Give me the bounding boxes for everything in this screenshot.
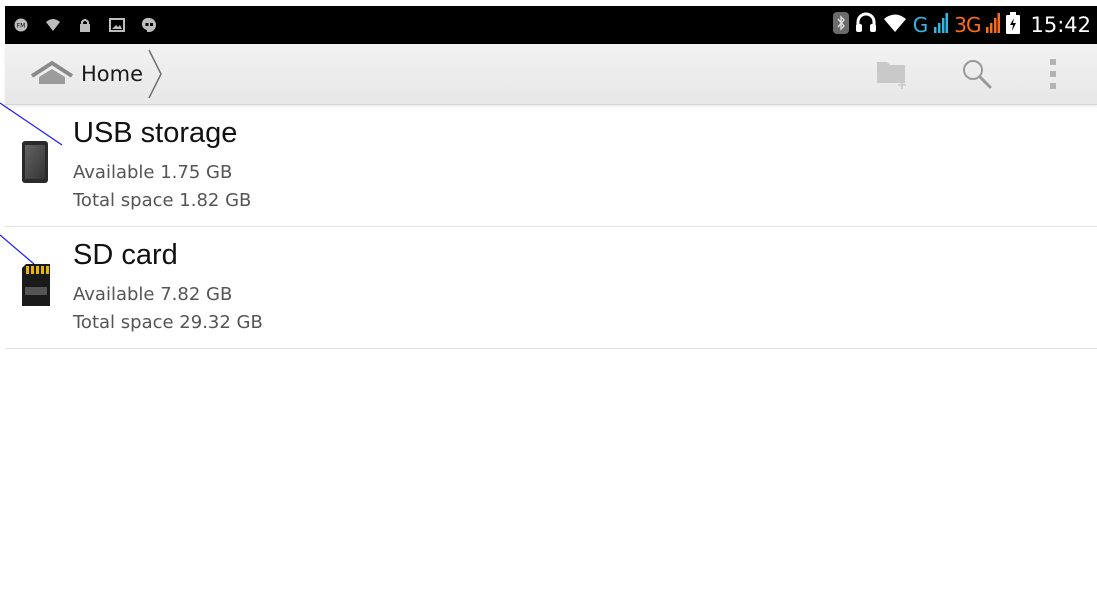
- search-button[interactable]: [947, 44, 1007, 104]
- network-type-3g: 3G: [954, 13, 981, 37]
- list-item-title: USB storage: [73, 117, 238, 149]
- network-type-g: G: [912, 13, 929, 37]
- status-system-icons: G 3G 15:42: [832, 12, 1097, 38]
- search-icon: [963, 60, 992, 89]
- lock-icon: [77, 17, 93, 33]
- list-item-total: Total space 1.82 GB: [73, 190, 252, 211]
- svg-text:FM: FM: [17, 23, 26, 30]
- list-item-available: Available 7.82 GB: [73, 284, 233, 305]
- headset-icon: [855, 12, 877, 38]
- breadcrumb-home-label: Home: [81, 62, 144, 86]
- new-folder-icon: [877, 62, 906, 89]
- status-bar: FM G 3G 15:42: [5, 6, 1097, 44]
- list-item-usb-storage[interactable]: USB storage Available 1.75 GB Total spac…: [5, 105, 1097, 227]
- usb-storage-icon: [22, 141, 48, 183]
- list-item-sd-card[interactable]: SD card Available 7.82 GB Total space 29…: [5, 227, 1097, 349]
- storage-list: USB storage Available 1.75 GB Total spac…: [5, 105, 1097, 349]
- file-manager-screen: FM G 3G 15:42 Home USB storage Available…: [0, 0, 1097, 610]
- battery-icon: [1006, 12, 1021, 38]
- status-notification-icons: FM: [5, 17, 157, 33]
- bluetooth-icon: [832, 12, 849, 38]
- new-folder-button[interactable]: [863, 44, 923, 104]
- signal-bars-icon: [986, 13, 1001, 37]
- sd-card-icon: [22, 264, 50, 306]
- breadcrumb-home[interactable]: Home: [5, 44, 163, 104]
- home-icon: [30, 61, 74, 84]
- wifi-signal-icon: [45, 17, 61, 33]
- hangouts-icon: [141, 17, 157, 33]
- list-item-available: Available 1.75 GB: [73, 162, 233, 183]
- breadcrumb-separator-icon: [148, 49, 162, 99]
- overflow-menu-icon: [1050, 59, 1056, 89]
- action-bar-actions: [839, 44, 1097, 104]
- clock: 15:42: [1030, 13, 1091, 37]
- wifi-icon: [883, 13, 907, 37]
- list-item-total: Total space 29.32 GB: [73, 312, 263, 333]
- image-icon: [109, 17, 125, 33]
- action-bar: Home: [5, 44, 1097, 105]
- fm-radio-icon: FM: [13, 17, 29, 33]
- signal-bars-icon: [934, 13, 949, 37]
- overflow-menu-button[interactable]: [1023, 44, 1083, 104]
- list-item-title: SD card: [73, 239, 178, 271]
